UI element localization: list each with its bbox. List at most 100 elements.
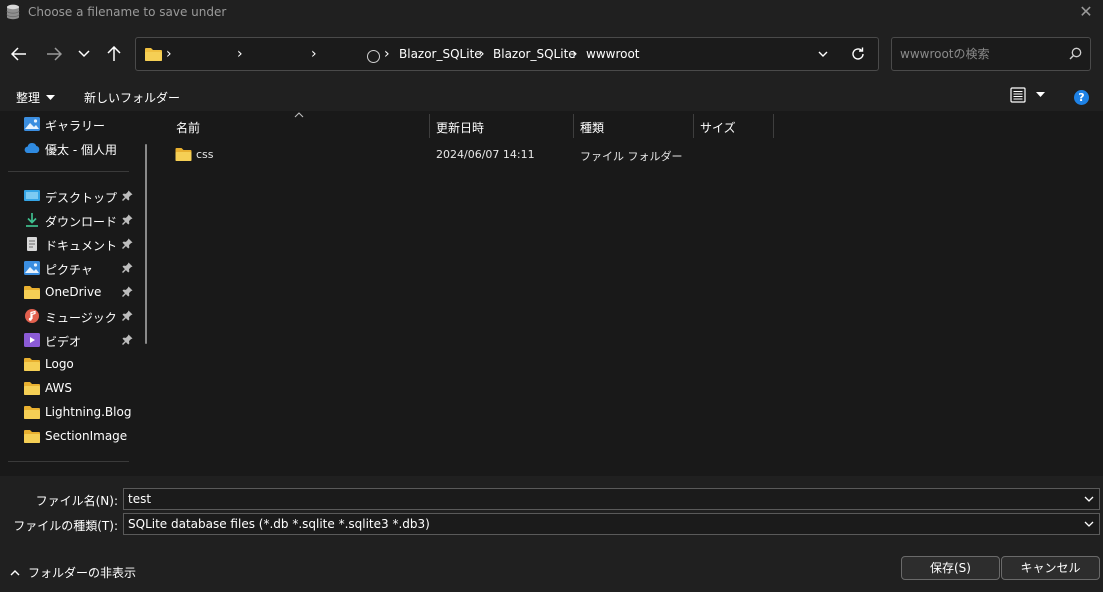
file-name: css	[196, 148, 214, 161]
folder-icon	[24, 382, 40, 395]
file-list: 名前 更新日時 種類 サイズ css 2024/06/07 14:11 ファイル…	[157, 111, 1103, 476]
sidebar-item-label: Logo	[45, 357, 74, 371]
pin-icon[interactable]	[122, 238, 133, 249]
breadcrumb-item[interactable]: wwwroot	[586, 47, 640, 61]
navigation-bar: › › › › Blazor_SQLite › Blazor_SQLite › …	[0, 25, 1103, 82]
file-modified: 2024/06/07 14:11	[436, 148, 535, 161]
sidebar-item-label: ダウンロード	[45, 215, 118, 229]
filetype-value: SQLite database files (*.db *.sqlite *.s…	[128, 517, 430, 531]
database-icon	[6, 4, 20, 20]
sidebar-item-label: SectionImage	[45, 429, 128, 443]
command-bar: 整理 新しいフォルダー ?	[0, 82, 1103, 111]
onedrive-cloud-icon	[24, 143, 40, 154]
sidebar-item-gallery[interactable]: ギャラリー	[0, 113, 145, 135]
sidebar-item-documents[interactable]: ドキュメント	[0, 233, 145, 255]
document-icon	[27, 237, 37, 251]
column-header-label: 更新日時	[436, 121, 485, 135]
view-options-button[interactable]	[1010, 87, 1045, 103]
address-bar[interactable]: › › › › Blazor_SQLite › Blazor_SQLite › …	[135, 37, 879, 71]
loading-indicator-icon	[367, 50, 380, 63]
save-options-panel: ファイル名(N): test ファイルの種類(T): SQLite databa…	[0, 476, 1103, 592]
sidebar-item-label: ドキュメント	[45, 239, 118, 253]
breadcrumb-separator[interactable]: ›	[384, 46, 390, 62]
sidebar-item-sectionimage[interactable]: SectionImage	[0, 425, 145, 447]
sidebar-item-videos[interactable]: ビデオ	[0, 329, 145, 351]
column-header-size[interactable]: サイズ	[693, 111, 773, 139]
sidebar-item-downloads[interactable]: ダウンロード	[0, 209, 145, 231]
chevron-down-icon[interactable]	[1083, 518, 1095, 530]
pin-icon[interactable]	[122, 190, 133, 201]
pin-icon[interactable]	[122, 310, 133, 321]
sidebar-item-label: 優太 - 個人用	[45, 143, 117, 157]
forward-button[interactable]	[42, 43, 66, 65]
hide-folders-button[interactable]: フォルダーの非表示	[10, 564, 136, 581]
address-dropdown-icon[interactable]	[817, 48, 829, 60]
window-title: Choose a filename to save under	[28, 5, 227, 19]
save-button[interactable]: 保存(S)	[901, 556, 1000, 580]
sidebar-divider	[8, 171, 129, 172]
sidebar-item-onedrive-personal[interactable]: 優太 - 個人用	[0, 137, 145, 159]
download-icon	[26, 213, 38, 227]
sidebar-item-music[interactable]: ミュージック	[0, 305, 145, 327]
refresh-icon[interactable]	[850, 46, 866, 62]
sidebar-item-onedrive[interactable]: OneDrive	[0, 281, 145, 303]
filetype-label: ファイルの種類(T):	[13, 519, 118, 533]
music-icon	[25, 309, 39, 323]
organize-label: 整理	[16, 91, 41, 105]
filename-value[interactable]: test	[128, 492, 151, 506]
arrow-up-icon	[107, 46, 121, 61]
breadcrumb-separator[interactable]: ›	[572, 46, 578, 62]
breadcrumb-separator[interactable]: ›	[479, 46, 485, 62]
sidebar-item-aws[interactable]: AWS	[0, 377, 145, 399]
list-view-icon	[1010, 87, 1026, 103]
chevron-down-icon[interactable]	[1083, 493, 1095, 505]
folder-icon	[175, 148, 192, 161]
close-icon[interactable]: ✕	[1077, 3, 1095, 21]
back-button[interactable]	[7, 43, 31, 65]
sidebar-item-label: AWS	[45, 381, 73, 395]
search-icon[interactable]	[1069, 47, 1082, 60]
pin-icon[interactable]	[122, 286, 133, 297]
caret-down-icon	[1036, 92, 1045, 97]
folder-icon	[24, 430, 40, 443]
column-header-name[interactable]: 名前	[157, 111, 429, 139]
help-icon[interactable]: ?	[1074, 90, 1089, 105]
breadcrumb-separator[interactable]: ›	[166, 46, 172, 62]
sidebar-item-desktop[interactable]: デスクトップ	[0, 185, 145, 207]
search-input[interactable]	[900, 46, 1060, 62]
breadcrumb-item[interactable]: Blazor_SQLite	[399, 47, 482, 61]
folder-icon	[24, 286, 40, 299]
column-separator[interactable]	[773, 114, 774, 138]
desktop-icon	[24, 190, 40, 201]
search-box[interactable]	[891, 37, 1091, 71]
chevron-up-icon	[10, 570, 20, 576]
filename-field[interactable]: test	[123, 488, 1100, 510]
column-header-type[interactable]: 種類	[573, 111, 693, 139]
pictures-icon	[24, 261, 40, 275]
sidebar-item-pictures[interactable]: ピクチャ	[0, 257, 145, 279]
sidebar-item-label: Lightning.Blog	[45, 405, 132, 419]
breadcrumb-separator[interactable]: ›	[311, 46, 317, 62]
sidebar-item-lightning-blog[interactable]: Lightning.Blog	[0, 401, 145, 423]
up-button[interactable]	[102, 43, 126, 65]
file-row[interactable]: css 2024/06/07 14:11 ファイル フォルダー	[157, 144, 1103, 166]
sidebar-scrollbar[interactable]	[145, 144, 147, 344]
file-type: ファイル フォルダー	[580, 150, 683, 163]
organize-button[interactable]: 整理	[16, 89, 56, 106]
video-icon	[24, 333, 40, 347]
filetype-select[interactable]: SQLite database files (*.db *.sqlite *.s…	[123, 513, 1100, 535]
column-header-modified[interactable]: 更新日時	[429, 111, 573, 139]
sidebar-item-logo[interactable]: Logo	[0, 353, 145, 375]
new-folder-button[interactable]: 新しいフォルダー	[84, 89, 180, 106]
cancel-button[interactable]: キャンセル	[1001, 556, 1100, 580]
sidebar-item-label: ビデオ	[45, 335, 82, 349]
breadcrumb-separator[interactable]: ›	[237, 46, 243, 62]
chevron-down-icon	[78, 50, 90, 58]
breadcrumb-item[interactable]: Blazor_SQLite	[493, 47, 576, 61]
folder-icon	[24, 406, 40, 419]
pin-icon[interactable]	[122, 214, 133, 225]
recent-locations-button[interactable]	[72, 43, 96, 65]
navigation-pane: ギャラリー 優太 - 個人用 デスクトップ ダウンロード ドキュメント ピクチャ…	[0, 111, 157, 476]
pin-icon[interactable]	[122, 262, 133, 273]
pin-icon[interactable]	[122, 334, 133, 345]
